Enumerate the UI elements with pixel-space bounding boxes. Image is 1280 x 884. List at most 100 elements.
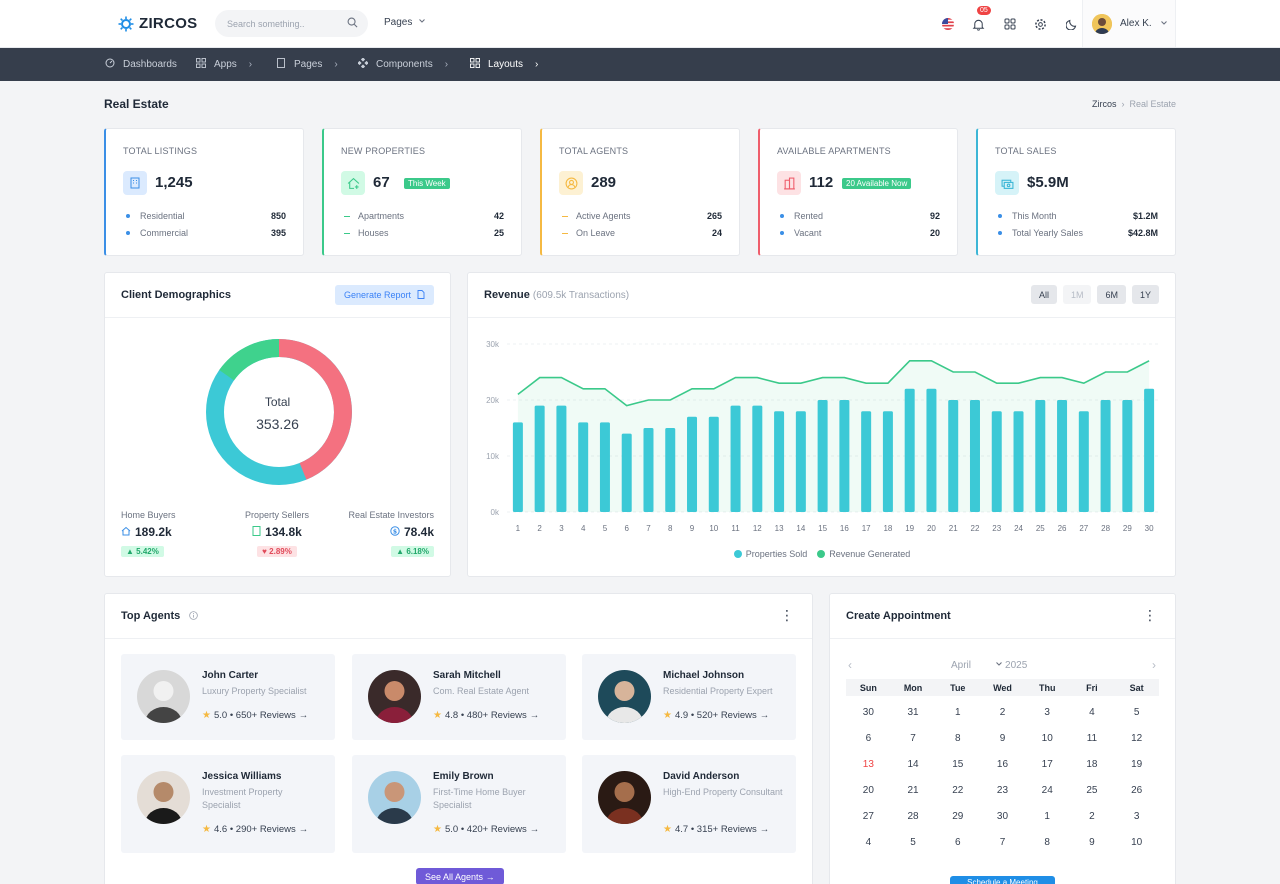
calendar-day[interactable]: 5 xyxy=(891,837,936,848)
agent-rating[interactable]: ★ 4.9 • 520+ Reviews → xyxy=(663,710,769,721)
range-all-button[interactable]: All xyxy=(1030,285,1057,304)
search-input[interactable] xyxy=(227,18,337,29)
apps-grid-icon[interactable] xyxy=(994,14,1025,34)
breadcrumb-root[interactable]: Zircos xyxy=(1092,99,1117,109)
calendar-day[interactable]: 8 xyxy=(1025,837,1070,848)
calendar-day[interactable]: 1 xyxy=(1025,811,1070,822)
calendar-day[interactable]: 2 xyxy=(1070,811,1115,822)
user-menu[interactable]: Alex K. xyxy=(1082,0,1176,47)
bar-properties-sold[interactable] xyxy=(534,405,545,512)
range-1y-button[interactable]: 1Y xyxy=(1131,285,1159,304)
calendar-day[interactable]: 22 xyxy=(935,785,980,796)
bar-properties-sold[interactable] xyxy=(752,405,763,512)
agent-card[interactable]: David Anderson High-End Property Consulta… xyxy=(582,755,796,853)
pages-dropdown[interactable]: Pages xyxy=(384,17,426,28)
next-month-icon[interactable]: › xyxy=(1152,658,1156,672)
bar-properties-sold[interactable] xyxy=(1057,400,1068,512)
agent-name[interactable]: David Anderson xyxy=(663,771,739,782)
bar-properties-sold[interactable] xyxy=(1035,400,1046,512)
search-icon[interactable] xyxy=(347,17,358,31)
nav-pages[interactable]: Pages › xyxy=(276,58,338,71)
calendar-day[interactable]: 15 xyxy=(935,759,980,770)
calendar-day[interactable]: 12 xyxy=(1114,733,1159,744)
bar-properties-sold[interactable] xyxy=(1078,411,1089,512)
calendar-day[interactable]: 3 xyxy=(1025,707,1070,718)
bar-properties-sold[interactable] xyxy=(687,416,698,512)
bar-properties-sold[interactable] xyxy=(861,411,872,512)
bar-properties-sold[interactable] xyxy=(665,428,676,512)
range-6m-button[interactable]: 6M xyxy=(1097,285,1126,304)
more-vertical-icon[interactable]: ⋮ xyxy=(780,608,794,622)
calendar-day[interactable]: 26 xyxy=(1114,785,1159,796)
bar-properties-sold[interactable] xyxy=(578,422,589,512)
month-year-selector[interactable]: April 2025 xyxy=(951,660,1027,671)
agent-rating[interactable]: ★ 4.6 • 290+ Reviews → xyxy=(202,824,308,835)
bar-properties-sold[interactable] xyxy=(512,422,523,512)
calendar-day[interactable]: 30 xyxy=(980,811,1025,822)
bar-properties-sold[interactable] xyxy=(948,400,959,512)
calendar-day[interactable]: 6 xyxy=(846,733,891,744)
bar-properties-sold[interactable] xyxy=(730,405,741,512)
calendar-day[interactable]: 24 xyxy=(1025,785,1070,796)
calendar-day[interactable]: 20 xyxy=(846,785,891,796)
calendar-day[interactable]: 21 xyxy=(891,785,936,796)
calendar-day[interactable]: 2 xyxy=(980,707,1025,718)
calendar-day[interactable]: 25 xyxy=(1070,785,1115,796)
calendar-day[interactable]: 7 xyxy=(891,733,936,744)
agent-card[interactable]: Jessica Williams Investment Property Spec… xyxy=(121,755,335,853)
agent-rating[interactable]: ★ 4.7 • 315+ Reviews → xyxy=(663,824,769,835)
agent-name[interactable]: Sarah Mitchell xyxy=(433,670,501,681)
agent-card[interactable]: Emily Brown First-Time Home Buyer Special… xyxy=(352,755,566,853)
language-flag-icon[interactable] xyxy=(932,14,963,34)
nav-dashboards[interactable]: Dashboards xyxy=(105,58,177,71)
bar-properties-sold[interactable] xyxy=(1144,388,1155,512)
donut-segment-investors[interactable] xyxy=(219,338,280,381)
bar-properties-sold[interactable] xyxy=(1013,411,1024,512)
calendar-day[interactable]: 29 xyxy=(935,811,980,822)
bar-properties-sold[interactable] xyxy=(556,405,567,512)
calendar-day[interactable]: 18 xyxy=(1070,759,1115,770)
agent-name[interactable]: Emily Brown xyxy=(433,771,494,782)
calendar-day[interactable]: 11 xyxy=(1070,733,1115,744)
calendar-day[interactable]: 30 xyxy=(846,707,891,718)
bar-properties-sold[interactable] xyxy=(795,411,806,512)
nav-layouts[interactable]: Layouts › xyxy=(470,58,538,71)
agent-card[interactable]: Sarah Mitchell Com. Real Estate Agent ★ 4.8… xyxy=(352,654,566,740)
calendar-day[interactable]: 28 xyxy=(891,811,936,822)
bar-properties-sold[interactable] xyxy=(643,428,654,512)
bar-properties-sold[interactable] xyxy=(817,400,828,512)
calendar-day[interactable]: 16 xyxy=(980,759,1025,770)
info-icon[interactable] xyxy=(189,611,199,623)
calendar-day[interactable]: 19 xyxy=(1114,759,1159,770)
range-1m-button[interactable]: 1M xyxy=(1062,285,1092,304)
bar-properties-sold[interactable] xyxy=(839,400,850,512)
calendar-day[interactable]: 14 xyxy=(891,759,936,770)
bar-properties-sold[interactable] xyxy=(621,433,632,512)
bar-properties-sold[interactable] xyxy=(708,416,719,512)
bar-properties-sold[interactable] xyxy=(1122,400,1133,512)
calendar-day[interactable]: 6 xyxy=(935,837,980,848)
agent-card[interactable]: Michael Johnson Residential Property Expe… xyxy=(582,654,796,740)
agent-name[interactable]: John Carter xyxy=(202,670,258,681)
donut-segment-property-sellers[interactable] xyxy=(278,339,352,480)
calendar-day[interactable]: 9 xyxy=(980,733,1025,744)
calendar-day[interactable]: 13 xyxy=(846,759,891,770)
calendar-day[interactable]: 9 xyxy=(1070,837,1115,848)
generate-report-button[interactable]: Generate Report xyxy=(334,285,434,305)
calendar-day[interactable]: 7 xyxy=(980,837,1025,848)
bar-properties-sold[interactable] xyxy=(926,388,937,512)
see-all-agents-button[interactable]: See All Agents → xyxy=(416,868,504,884)
legend-item-revenue-generated[interactable]: Revenue Generated xyxy=(817,549,910,559)
bar-properties-sold[interactable] xyxy=(969,400,980,512)
calendar-day[interactable]: 5 xyxy=(1114,707,1159,718)
agent-name[interactable]: Michael Johnson xyxy=(663,670,744,681)
bar-properties-sold[interactable] xyxy=(1100,400,1111,512)
calendar-day[interactable]: 17 xyxy=(1025,759,1070,770)
agent-rating[interactable]: ★ 5.0 • 420+ Reviews → xyxy=(433,824,539,835)
gear-icon[interactable] xyxy=(1025,14,1056,34)
brand-logo[interactable]: ZIRCOS xyxy=(118,15,197,32)
month-select[interactable]: April xyxy=(951,660,971,671)
more-vertical-icon[interactable]: ⋮ xyxy=(1143,608,1157,622)
year-input[interactable]: 2025 xyxy=(1005,660,1027,671)
calendar-day[interactable]: 23 xyxy=(980,785,1025,796)
